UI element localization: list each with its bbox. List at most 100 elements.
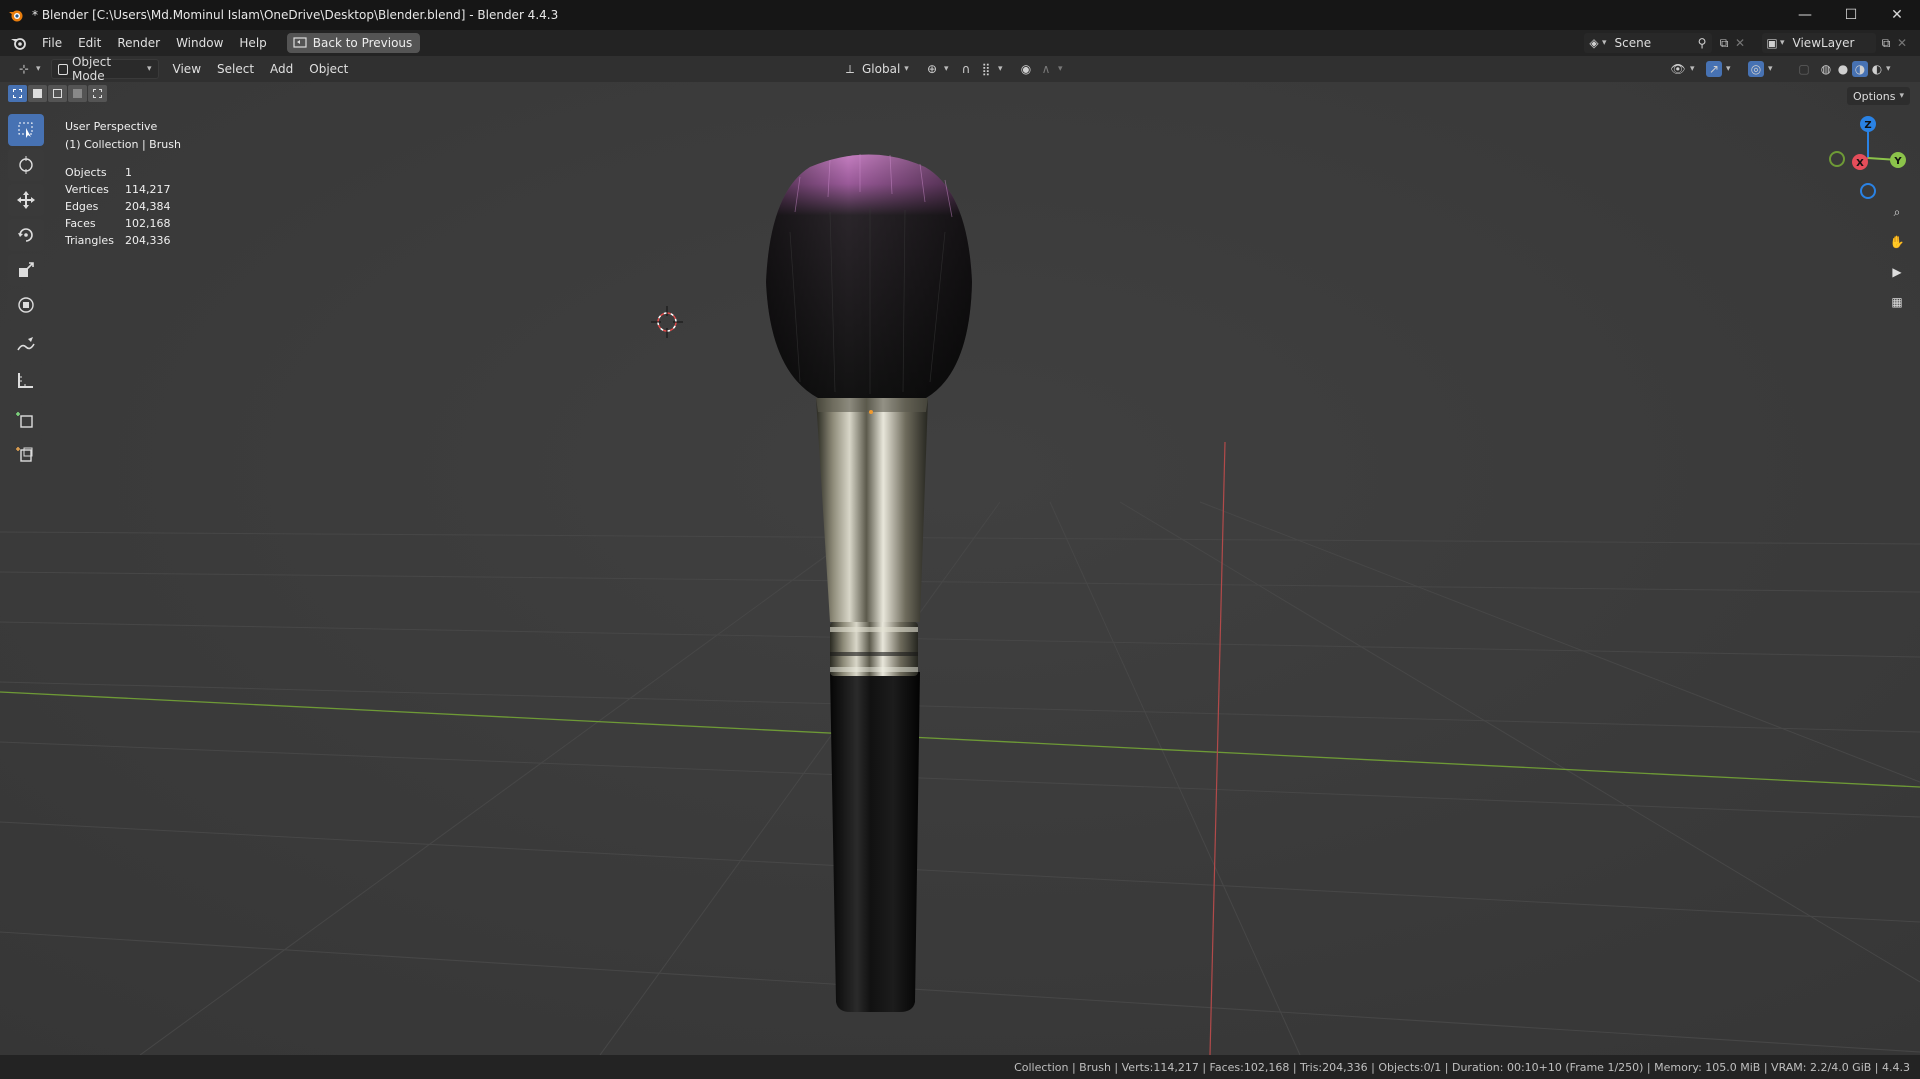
chevron-down-icon: ▾: [1899, 91, 1904, 101]
z-axis-label: Z: [1864, 120, 1871, 131]
proportional-editing-toggle[interactable]: ◉ ∧ ▾: [1012, 59, 1069, 79]
orientation-icon: ⟂: [845, 61, 854, 76]
select-intersect-button[interactable]: [88, 85, 107, 102]
annotate-tool[interactable]: [8, 329, 44, 361]
wireframe-shading-icon[interactable]: ◍: [1818, 61, 1834, 77]
viewlayer-selector[interactable]: ▣ ▾ ViewLayer: [1762, 33, 1876, 53]
menu-add[interactable]: Add: [262, 58, 301, 80]
select-box-tool[interactable]: [8, 114, 44, 146]
zoom-button[interactable]: ⌕: [1884, 199, 1910, 225]
select-invert-button[interactable]: [68, 85, 87, 102]
back-to-previous-label: Back to Previous: [312, 36, 413, 50]
back-to-previous-button[interactable]: Back to Previous: [286, 33, 421, 53]
pan-button[interactable]: ✋: [1884, 229, 1910, 255]
annotate-icon: [17, 337, 35, 351]
chevron-down-icon: ▾: [36, 64, 41, 74]
proportional-icon: ◉: [1020, 62, 1032, 76]
minimize-button[interactable]: —: [1782, 0, 1828, 30]
x-axis-label: X: [1856, 158, 1864, 169]
stat-label: Edges: [65, 200, 99, 213]
menu-select[interactable]: Select: [209, 58, 262, 80]
move-icon: [17, 191, 35, 209]
gizmo-toggle[interactable]: ↗ ▾: [1700, 59, 1737, 79]
chevron-down-icon: ▾: [998, 64, 1003, 74]
add-object-tool[interactable]: [8, 439, 44, 471]
menu-file[interactable]: File: [34, 32, 70, 54]
scene-selector[interactable]: ◈ ▾ Scene ⚲: [1584, 33, 1712, 53]
chevron-down-icon[interactable]: ▾: [1886, 64, 1891, 74]
rendered-shading-icon[interactable]: ◐: [1869, 61, 1885, 77]
chevron-down-icon: ▾: [1602, 38, 1607, 48]
orientation-label: Global: [862, 62, 901, 76]
measure-tool[interactable]: [8, 364, 44, 396]
pivot-icon: ⊕: [926, 62, 938, 76]
move-tool[interactable]: [8, 184, 44, 216]
navigation-gizmo[interactable]: Z Y X: [1822, 110, 1918, 206]
chevron-down-icon: ▾: [1058, 64, 1063, 74]
overlays-toggle[interactable]: ◎ ▾: [1742, 59, 1779, 79]
rotate-tool[interactable]: [8, 219, 44, 251]
viewport-header: ⊹ ▾ Object Mode ▾ View Select Add Object …: [0, 55, 1920, 83]
grid-icon: ▦: [1891, 295, 1903, 309]
delete-scene-icon[interactable]: ✕: [1732, 35, 1748, 51]
object-mode-dropdown[interactable]: Object Mode ▾: [50, 55, 159, 83]
transform-tool[interactable]: [8, 289, 44, 321]
close-icon: ✕: [1891, 7, 1903, 23]
pin-icon[interactable]: ⚲: [1694, 35, 1710, 51]
select-subtract-button[interactable]: [48, 85, 67, 102]
menu-window[interactable]: Window: [168, 32, 231, 54]
stat-label: Vertices: [65, 183, 109, 196]
select-subtract-icon: [53, 89, 62, 98]
add-cube-tool[interactable]: [8, 404, 44, 436]
perspective-toggle-button[interactable]: ▦: [1884, 289, 1910, 315]
screen-icon: [293, 37, 307, 48]
chevron-down-icon: ▾: [147, 64, 152, 74]
select-set-button[interactable]: [8, 85, 27, 102]
delete-viewlayer-icon[interactable]: ✕: [1894, 35, 1910, 51]
stat-label: Faces: [65, 217, 96, 230]
maximize-button[interactable]: ☐: [1828, 0, 1874, 30]
options-dropdown[interactable]: Options ▾: [1847, 87, 1910, 105]
cursor-tool[interactable]: [8, 149, 44, 181]
transform-orientation-dropdown[interactable]: ⟂ Global ▾: [836, 59, 915, 79]
menu-help[interactable]: Help: [231, 32, 274, 54]
editor-type-selector[interactable]: ⊹ ▾: [10, 59, 47, 79]
tool-shelf: [8, 114, 48, 474]
solid-shading-icon[interactable]: ●: [1835, 61, 1851, 77]
neg-y-axis-handle[interactable]: [1829, 151, 1845, 167]
material-shading-icon[interactable]: ◑: [1852, 61, 1868, 77]
stat-label: Triangles: [65, 234, 114, 247]
viewlayer-name: ViewLayer: [1792, 36, 1855, 50]
select-set-icon: [13, 89, 22, 98]
shading-modes: ◍ ● ◑ ◐ ▾: [1812, 59, 1897, 79]
neg-z-axis-handle[interactable]: [1860, 183, 1876, 199]
menu-render[interactable]: Render: [109, 32, 168, 54]
stat-row: Vertices 114,217: [65, 181, 181, 198]
object-mode-icon: [57, 63, 68, 75]
chevron-down-icon: ▾: [1690, 64, 1695, 74]
pivot-point-dropdown[interactable]: ⊕ ▾: [918, 59, 955, 79]
menu-view[interactable]: View: [165, 58, 209, 80]
snap-toggle[interactable]: ∩ ⣿ ▾: [952, 59, 1009, 79]
camera-view-button[interactable]: ▶: [1884, 259, 1910, 285]
stat-row: Edges 204,384: [65, 198, 181, 215]
maximize-icon: ☐: [1844, 7, 1858, 23]
cursor-icon: [19, 156, 33, 174]
chevron-down-icon: ▾: [1726, 64, 1731, 74]
blender-menu-icon[interactable]: [10, 35, 28, 51]
status-text: Collection | Brush | Verts:114,217 | Fac…: [1014, 1060, 1910, 1074]
select-intersect-icon: [93, 89, 102, 98]
menu-edit[interactable]: Edit: [70, 32, 109, 54]
blender-logo-icon: [9, 10, 23, 22]
3d-viewport[interactable]: Options ▾ Z Y X ⌕ ✋ ▶ ▦: [0, 82, 1920, 1055]
close-button[interactable]: ✕: [1874, 0, 1920, 30]
scale-tool[interactable]: [8, 254, 44, 286]
view-name: User Perspective: [65, 120, 158, 133]
new-scene-icon[interactable]: ⧉: [1716, 35, 1732, 51]
menu-object[interactable]: Object: [301, 58, 356, 80]
visibility-dropdown[interactable]: 👁 ▾: [1664, 59, 1701, 79]
ruler-icon: [18, 373, 33, 388]
select-extend-button[interactable]: [28, 85, 47, 102]
new-viewlayer-icon[interactable]: ⧉: [1878, 35, 1894, 51]
hand-icon: ✋: [1889, 235, 1905, 249]
